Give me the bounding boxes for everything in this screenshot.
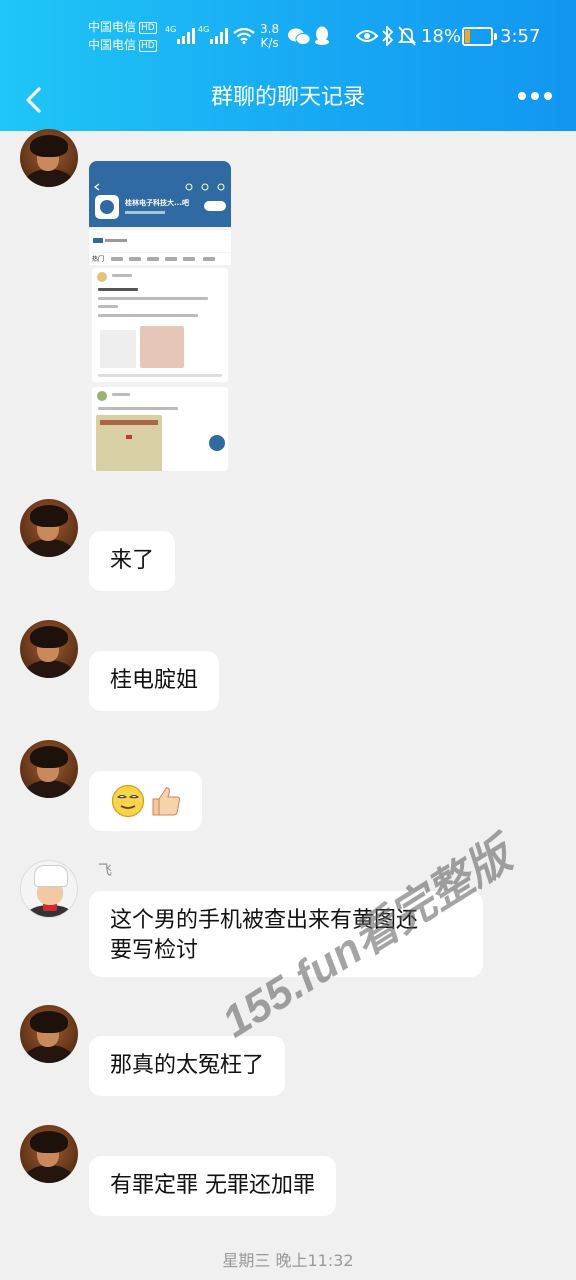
avatar[interactable]	[20, 740, 78, 798]
message-bubble[interactable]	[89, 771, 202, 831]
hd-badge: HD	[139, 40, 157, 52]
signal-icon: 4G	[198, 25, 230, 44]
qq-icon	[315, 26, 329, 45]
message-image[interactable]: 桂林电子科技大...吧 热门	[89, 161, 231, 471]
back-arrow-icon	[94, 183, 100, 191]
avatar[interactable]	[20, 1005, 78, 1063]
avatar[interactable]	[20, 620, 78, 678]
thumbs-up-icon	[152, 787, 181, 816]
wechat-icon	[288, 28, 310, 45]
avatar[interactable]	[20, 129, 78, 187]
battery-fill	[465, 30, 470, 43]
message-bubble[interactable]: 那真的太冤枉了	[89, 1036, 286, 1096]
group-logo	[95, 195, 119, 219]
message-text: 桂电腚姐	[110, 668, 199, 693]
header-bar: 中国电信 HD 中国电信 HD 4G 4G 3.8 K/s 18% 3:57 群…	[0, 0, 576, 131]
add-icon	[209, 435, 225, 451]
message-text: 来了	[110, 548, 155, 573]
battery-icon	[462, 27, 497, 46]
group-meta	[125, 211, 165, 214]
more-options-icon[interactable]	[518, 90, 552, 102]
status-bar: 中国电信 HD 中国电信 HD 4G 4G 3.8 K/s 18% 3:57	[0, 0, 576, 70]
avatar[interactable]	[20, 499, 78, 557]
smirk-face-icon	[111, 784, 145, 818]
nav-bar: 群聊的聊天记录	[0, 70, 576, 131]
page-title: 群聊的聊天记录	[210, 85, 365, 110]
hd-badge: HD	[139, 22, 157, 34]
message-text: 那真的太冤枉了	[110, 1053, 265, 1078]
mute-bell-icon	[398, 26, 416, 46]
message-bubble[interactable]: 有罪定罪 无罪还加罪	[89, 1156, 336, 1216]
timestamp: 星期三 晚上11:32	[222, 1251, 354, 1270]
message-bubble[interactable]: 来了	[89, 531, 176, 591]
tab-label: 热门	[92, 256, 105, 263]
carrier-label-2: 中国电信 HD	[88, 38, 157, 52]
avatar[interactable]	[20, 1125, 78, 1183]
eye-icon	[356, 30, 378, 42]
clock: 3:57	[500, 26, 541, 47]
message-text: 有罪定罪 无罪还加罪	[110, 1173, 315, 1198]
carrier-label-1: 中国电信 HD	[88, 20, 157, 34]
group-name: 桂林电子科技大...吧	[125, 199, 189, 207]
signal-icon: 4G	[165, 25, 197, 44]
net-speed: 3.8 K/s	[260, 22, 280, 50]
wifi-icon	[233, 27, 255, 44]
sender-name: 飞	[98, 863, 112, 879]
avatar[interactable]	[20, 860, 78, 918]
bluetooth-icon	[382, 26, 394, 46]
join-button	[204, 201, 226, 211]
toolbar-icons	[185, 183, 225, 191]
battery-percent: 18%	[421, 26, 462, 47]
message-bubble[interactable]: 桂电腚姐	[89, 651, 220, 711]
